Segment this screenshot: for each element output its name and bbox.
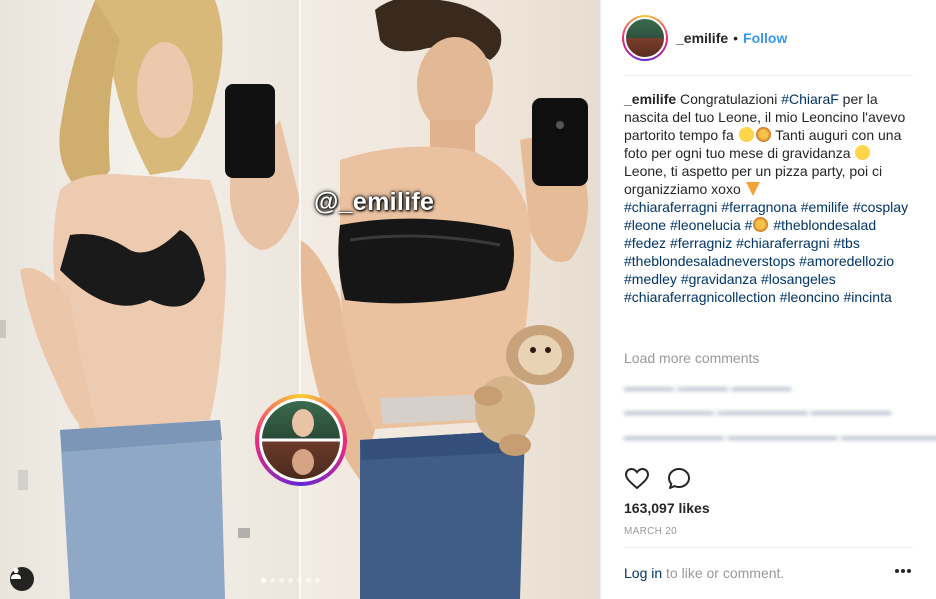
load-more-comments-button[interactable]: Load more comments — [624, 350, 759, 366]
carousel-dot — [315, 578, 320, 583]
more-options-icon — [895, 569, 899, 573]
carousel-dots — [261, 578, 320, 583]
more-options-button[interactable] — [891, 563, 915, 579]
post-panel: _emilife • Follow _emilife Congratulazio… — [600, 0, 936, 599]
overlay-avatar — [255, 394, 347, 486]
post-header: _emilife • Follow — [601, 0, 936, 76]
profile-avatar[interactable] — [622, 15, 668, 61]
hashtag-link[interactable]: #chiaraferragni — [736, 235, 829, 251]
pizza-emoji-icon — [745, 182, 760, 196]
user-tag-button[interactable] — [10, 567, 34, 591]
hashtag-link[interactable]: #theblondesaladneverstops — [624, 253, 795, 269]
post-actions — [624, 466, 692, 492]
hashtag-link[interactable]: #medley — [624, 271, 677, 287]
carousel-dot — [306, 578, 311, 583]
follow-button[interactable]: Follow — [743, 30, 787, 46]
login-link[interactable]: Log in — [624, 565, 662, 581]
caption-username[interactable]: _emilife — [624, 91, 676, 107]
hashtag-link[interactable]: #gravidanza — [681, 271, 757, 287]
photo-watermark: @_emilife — [314, 188, 435, 216]
post-media[interactable]: @_emilife — [0, 0, 600, 599]
hashtag-link[interactable]: # — [745, 217, 753, 233]
carousel-dot — [288, 578, 293, 583]
hashtag-list: #chiaraferragni #ferragnona #emilife #co… — [624, 199, 908, 305]
wink-emoji-icon — [855, 145, 871, 160]
hashtag-link[interactable]: #leonelucia — [670, 217, 741, 233]
post-footer: Log in to like or comment. — [601, 547, 936, 599]
hashtag-link[interactable]: #incinta — [843, 289, 891, 305]
hashtag-link[interactable]: #chiaraferragni — [624, 199, 717, 215]
header-username[interactable]: _emilife — [676, 30, 728, 46]
blurred-comment: ▁▁▁▁▁▁▁▁▁ ▁▁▁▁▁▁▁▁▁ ▁▁▁▁▁▁▁▁ — [624, 399, 892, 414]
hashtag-link[interactable]: #leone — [624, 217, 666, 233]
hashtag-link[interactable]: #emilife — [801, 199, 849, 215]
carousel-dot — [279, 578, 284, 583]
hashtag-link[interactable]: #amoredellozio — [799, 253, 894, 269]
header-separator: • — [733, 30, 739, 46]
hashtag-link[interactable]: #losangeles — [761, 271, 836, 287]
hashtag-link[interactable]: #cosplay — [853, 199, 908, 215]
carousel-dot — [270, 578, 275, 583]
wink-emoji-icon — [738, 127, 754, 142]
login-prompt: Log in to like or comment. — [624, 565, 784, 581]
lion-emoji-icon — [753, 217, 769, 232]
heart-icon[interactable] — [624, 466, 650, 492]
lion-emoji-icon — [755, 127, 771, 142]
likes-count[interactable]: 163,097 likes — [624, 500, 710, 516]
user-tag-icon — [11, 567, 21, 579]
hashtag-link[interactable]: #ferragnona — [721, 199, 797, 215]
hashtag-link[interactable]: #ChiaraF — [781, 91, 839, 107]
login-prompt-text: to like or comment. — [662, 565, 785, 581]
blurred-comment: ▁▁▁▁▁ ▁▁▁▁▁ ▁▁▁▁▁▁ — [624, 375, 792, 390]
photo-divider — [299, 0, 301, 599]
post-date: MARCH 20 — [624, 526, 677, 537]
caption-text: Congratulazioni — [680, 91, 782, 107]
post-caption: _emilife Congratulazioni #ChiaraF per la… — [624, 90, 914, 306]
hashtag-link[interactable]: #fedez — [624, 235, 666, 251]
hashtag-link[interactable]: #theblondesalad — [773, 217, 876, 233]
comment-icon[interactable] — [666, 466, 692, 492]
hashtag-link[interactable]: #leoncino — [780, 289, 840, 305]
carousel-dot — [297, 578, 302, 583]
hashtag-link[interactable]: #tbs — [833, 235, 859, 251]
carousel-dot — [261, 578, 266, 583]
hashtag-link[interactable]: #chiaraferragnicollection — [624, 289, 776, 305]
blurred-comment: ▁▁▁▁▁▁▁▁▁▁ ▁▁▁▁▁▁▁▁▁▁▁ ▁▁▁▁▁▁▁▁▁▁▁ — [624, 424, 936, 439]
hashtag-link[interactable]: #ferragniz — [670, 235, 732, 251]
